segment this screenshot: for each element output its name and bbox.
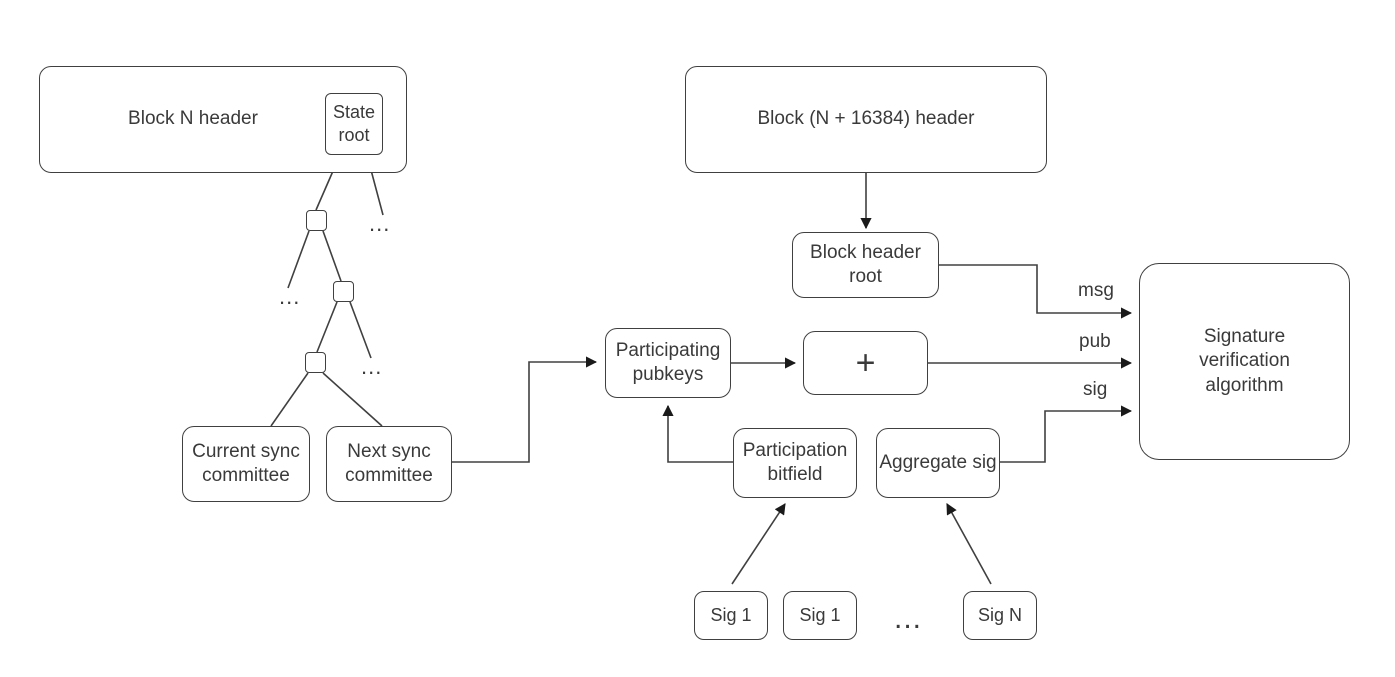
msg-edge-label: msg bbox=[1078, 280, 1114, 301]
edge-sig1-to-bitfield bbox=[731, 503, 786, 585]
next-sync-committee-box[interactable]: Next sync committee bbox=[326, 426, 452, 502]
aggregator-plus-label: + bbox=[855, 344, 876, 382]
current-sync-committee-label: Current sync committee bbox=[192, 440, 300, 486]
block-header-root-box[interactable]: Block header root bbox=[792, 232, 939, 298]
sig-row-dots: ... bbox=[894, 602, 923, 635]
block-next-header-box[interactable]: Block (N + 16384) header bbox=[685, 66, 1047, 173]
aggregator-plus-box[interactable]: + bbox=[803, 331, 928, 395]
merkle-node-3[interactable] bbox=[305, 352, 326, 373]
edge-node3-to-current bbox=[270, 372, 309, 427]
sig-box-2-label: Sig 1 bbox=[799, 604, 841, 625]
participation-bitfield-box[interactable]: Participation bitfield bbox=[733, 428, 857, 498]
sig-box-1[interactable]: Sig 1 bbox=[694, 591, 768, 640]
edge-node2-to-node3 bbox=[316, 301, 338, 353]
current-sync-committee-box[interactable]: Current sync committee bbox=[182, 426, 310, 502]
sig-box-2[interactable]: Sig 1 bbox=[783, 591, 857, 640]
tree-dots-left-mid: ... bbox=[279, 284, 301, 309]
edge-node3-to-next bbox=[322, 372, 383, 427]
edge-bitfield-to-pubkeys bbox=[662, 404, 733, 463]
merkle-node-1[interactable] bbox=[306, 210, 327, 231]
edge-node1-to-dots bbox=[287, 230, 310, 289]
sig-box-1-label: Sig 1 bbox=[710, 604, 752, 625]
edge-aggsig-to-sig bbox=[1000, 405, 1133, 463]
participating-pubkeys-label: Participating pubkeys bbox=[615, 339, 721, 385]
diagram-canvas: Block N header State root ... ... ... Cu… bbox=[0, 0, 1395, 677]
participation-bitfield-label: Participation bitfield bbox=[742, 439, 848, 485]
aggregate-sig-box[interactable]: Aggregate sig bbox=[876, 428, 1000, 498]
aggregate-sig-label: Aggregate sig bbox=[879, 451, 997, 473]
edge-nextcommittee-to-pubkeys bbox=[452, 356, 598, 463]
state-root-box[interactable]: State root bbox=[325, 93, 383, 155]
tree-dots-right-top: ... bbox=[369, 211, 391, 236]
sig-edge-label: sig bbox=[1083, 379, 1108, 400]
edge-node2-to-dots bbox=[349, 301, 372, 359]
signature-verification-label: Signature verification algorithm bbox=[1199, 326, 1290, 396]
sig-box-n[interactable]: Sig N bbox=[963, 591, 1037, 640]
next-sync-committee-label: Next sync committee bbox=[345, 440, 433, 486]
pub-edge-label: pub bbox=[1079, 331, 1111, 352]
block-header-root-label: Block header root bbox=[810, 241, 921, 287]
block-n-header-label: Block N header bbox=[128, 108, 258, 130]
merkle-node-2[interactable] bbox=[333, 281, 354, 302]
edge-node1-to-node2 bbox=[322, 230, 342, 282]
edge-sign-to-aggsig bbox=[946, 503, 992, 585]
sig-box-n-label: Sig N bbox=[977, 604, 1022, 625]
participating-pubkeys-box[interactable]: Participating pubkeys bbox=[605, 328, 731, 398]
signature-verification-box[interactable]: Signature verification algorithm bbox=[1139, 263, 1350, 460]
block-next-header-label: Block (N + 16384) header bbox=[757, 108, 975, 130]
tree-dots-right-low: ... bbox=[361, 354, 383, 379]
state-root-label: State root bbox=[332, 101, 376, 145]
